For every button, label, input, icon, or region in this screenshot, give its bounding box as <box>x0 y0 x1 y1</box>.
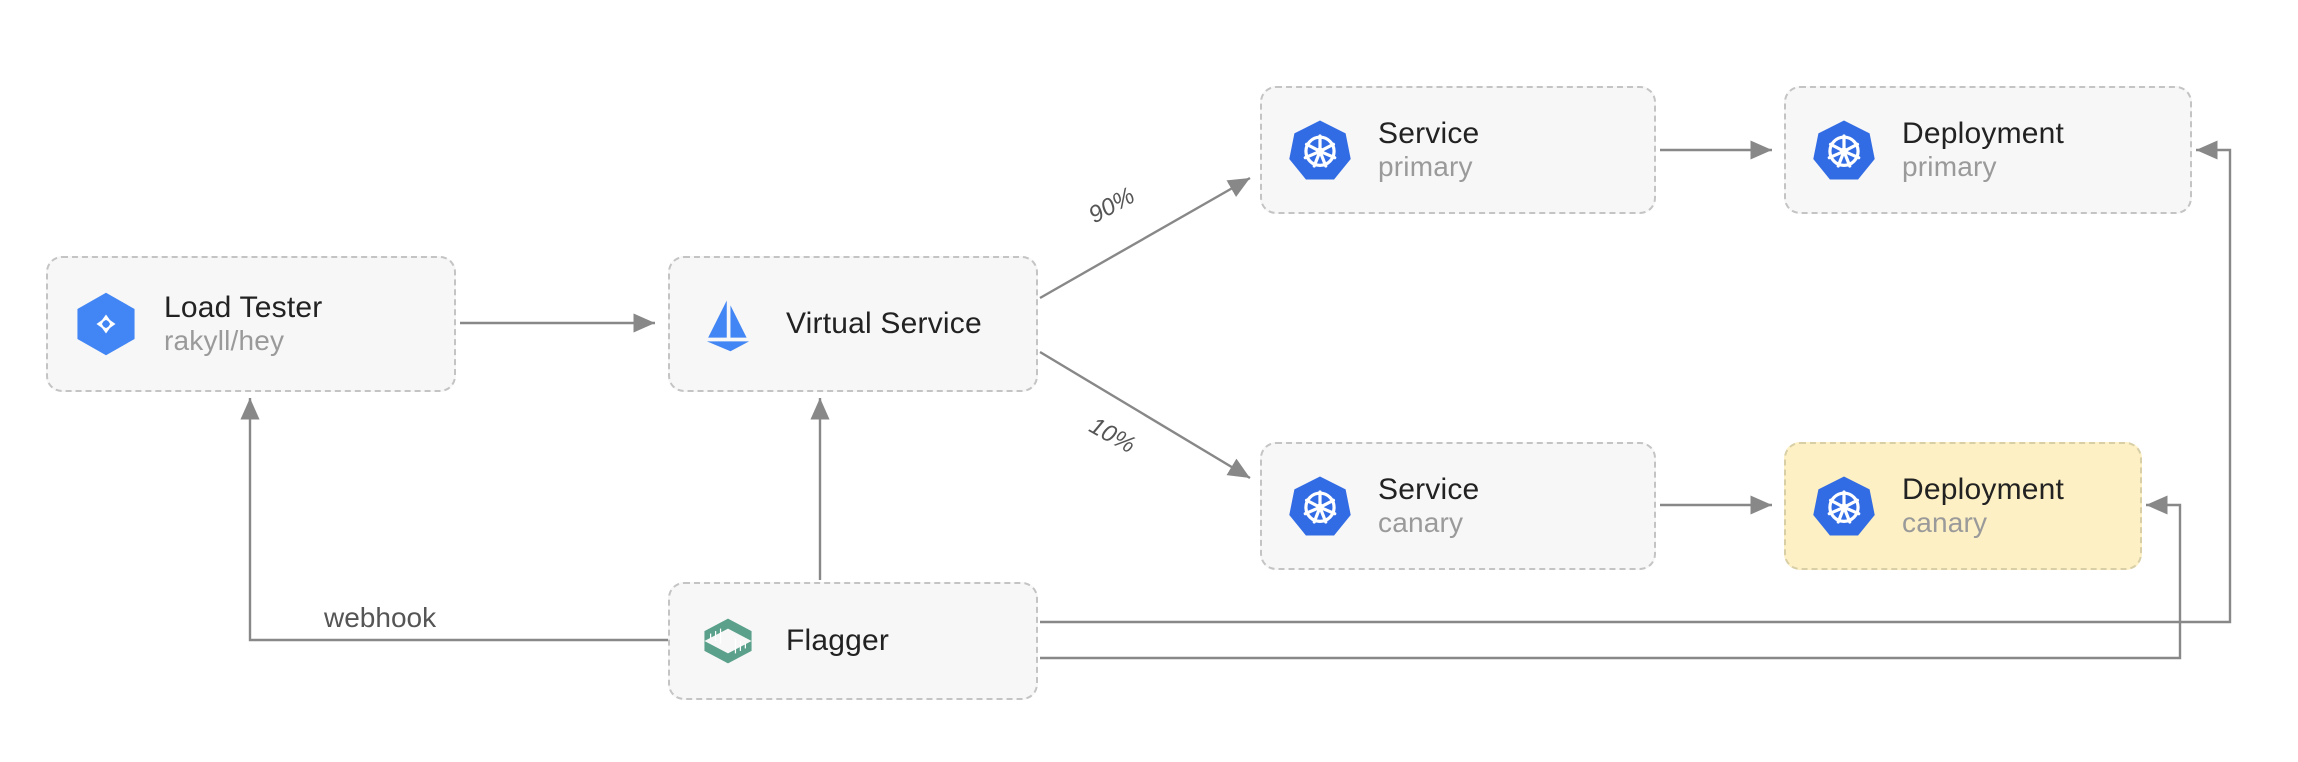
gcp-hex-icon <box>72 290 140 358</box>
deployment-canary-sub: canary <box>1902 507 2064 539</box>
node-load-tester: Load Tester rakyll/hey <box>46 256 456 392</box>
node-service-primary: Service primary <box>1260 86 1656 214</box>
node-deployment-primary: Deployment primary <box>1784 86 2192 214</box>
service-canary-title: Service <box>1378 473 1479 508</box>
label-10pct: 10% <box>1084 412 1140 460</box>
node-service-canary: Service canary <box>1260 442 1656 570</box>
node-flagger: Flagger <box>668 582 1038 700</box>
istio-sailboat-icon <box>694 290 762 358</box>
flagger-title: Flagger <box>786 624 889 659</box>
load-tester-title: Load Tester <box>164 291 322 326</box>
kubernetes-helm-icon <box>1810 116 1878 184</box>
deployment-canary-title: Deployment <box>1902 473 2064 508</box>
load-tester-sub: rakyll/hey <box>164 325 322 357</box>
arrow-vs-to-service-canary <box>1040 352 1250 478</box>
arrow-vs-to-service-primary <box>1040 178 1250 298</box>
virtual-service-title: Virtual Service <box>786 307 982 342</box>
kubernetes-helm-icon <box>1286 116 1354 184</box>
flagger-icon <box>694 607 762 675</box>
service-canary-sub: canary <box>1378 507 1479 539</box>
label-webhook: webhook <box>324 602 436 634</box>
deployment-primary-sub: primary <box>1902 151 2064 183</box>
node-virtual-service: Virtual Service <box>668 256 1038 392</box>
deployment-primary-title: Deployment <box>1902 117 2064 152</box>
node-deployment-canary: Deployment canary <box>1784 442 2142 570</box>
arrow-flagger-to-loadtester <box>250 398 670 640</box>
label-90pct: 90% <box>1084 182 1140 230</box>
service-primary-title: Service <box>1378 117 1479 152</box>
kubernetes-helm-icon <box>1286 472 1354 540</box>
kubernetes-helm-icon <box>1810 472 1878 540</box>
service-primary-sub: primary <box>1378 151 1479 183</box>
